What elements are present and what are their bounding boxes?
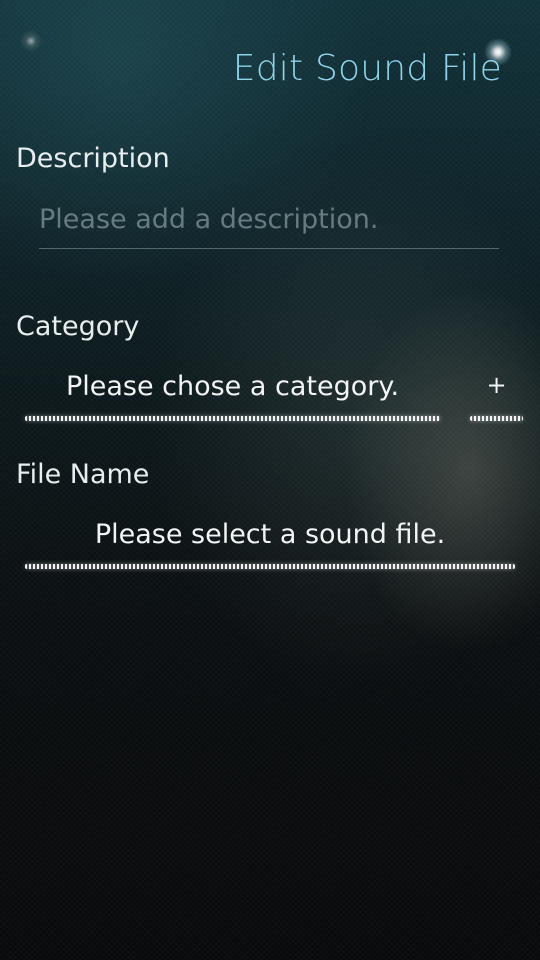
select-sound-file-button[interactable]: Please select a sound file. [25,519,515,569]
category-label: Category [16,311,140,342]
button-highlight-line [25,564,515,569]
glow-dot-icon [20,30,42,52]
select-sound-file-button-label: Please select a sound file. [94,519,446,550]
description-input[interactable] [39,196,499,242]
description-label: Description [16,143,170,174]
choose-category-button-label: Please chose a category. [65,371,400,402]
choose-category-button[interactable]: Please chose a category. [25,371,440,421]
page-title: Edit Sound File [232,48,502,89]
add-category-button[interactable]: + [470,371,523,421]
file-name-label: File Name [16,459,150,490]
button-highlight-line [470,416,523,421]
button-highlight-line [25,416,440,421]
description-field-container [39,196,499,249]
plus-icon: + [486,371,507,399]
